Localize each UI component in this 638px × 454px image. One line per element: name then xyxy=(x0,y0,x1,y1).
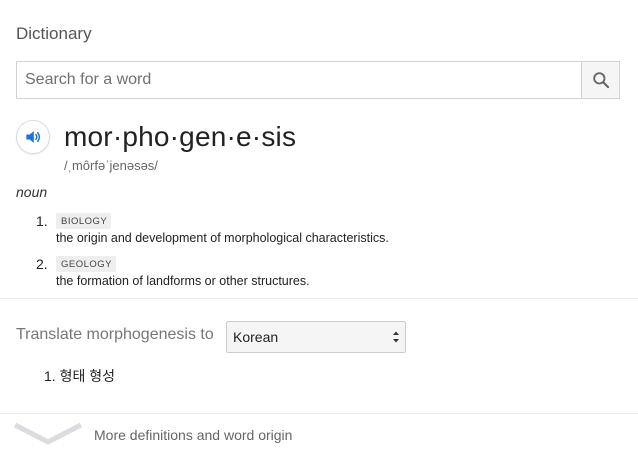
domain-tag: GEOLOGY xyxy=(56,256,117,272)
definition-text: the origin and development of morphologi… xyxy=(56,231,389,245)
translation-text: 형태 형성 xyxy=(59,368,115,384)
search-input[interactable] xyxy=(17,62,581,98)
more-definitions-label: More definitions and word origin xyxy=(94,427,293,443)
more-definitions-button[interactable]: More definitions and word origin xyxy=(0,414,638,454)
dictionary-card: Dictionary mor·pho·gen·e·sis /ˌmôrfəˈjen… xyxy=(0,0,638,454)
speaker-icon xyxy=(26,131,41,143)
select-arrows-icon xyxy=(393,331,399,343)
definition-text: the formation of landforms or other stru… xyxy=(56,274,310,288)
search-box xyxy=(16,61,620,99)
chevron-down-icon xyxy=(14,422,82,445)
translation-item: 1. 형태 형성 xyxy=(44,366,115,386)
card-title: Dictionary xyxy=(16,24,92,43)
part-of-speech: noun xyxy=(16,184,48,200)
search-icon xyxy=(592,72,609,89)
domain-tag: BIOLOGY xyxy=(56,213,112,229)
section-divider xyxy=(0,298,638,299)
translation-number: 1. xyxy=(44,368,56,384)
pronunciation-button[interactable] xyxy=(16,120,50,154)
definition-number: 1. xyxy=(36,213,48,229)
search-button[interactable] xyxy=(581,62,619,98)
phonetic-spelling: /ˌmôrfəˈjenəsəs/ xyxy=(64,158,158,173)
definition-number: 2. xyxy=(36,256,48,272)
selected-language: Korean xyxy=(233,329,279,345)
language-select[interactable]: Korean xyxy=(226,321,406,353)
headword: mor·pho·gen·e·sis xyxy=(64,121,297,152)
translate-label: Translate morphogenesis to xyxy=(16,326,214,343)
